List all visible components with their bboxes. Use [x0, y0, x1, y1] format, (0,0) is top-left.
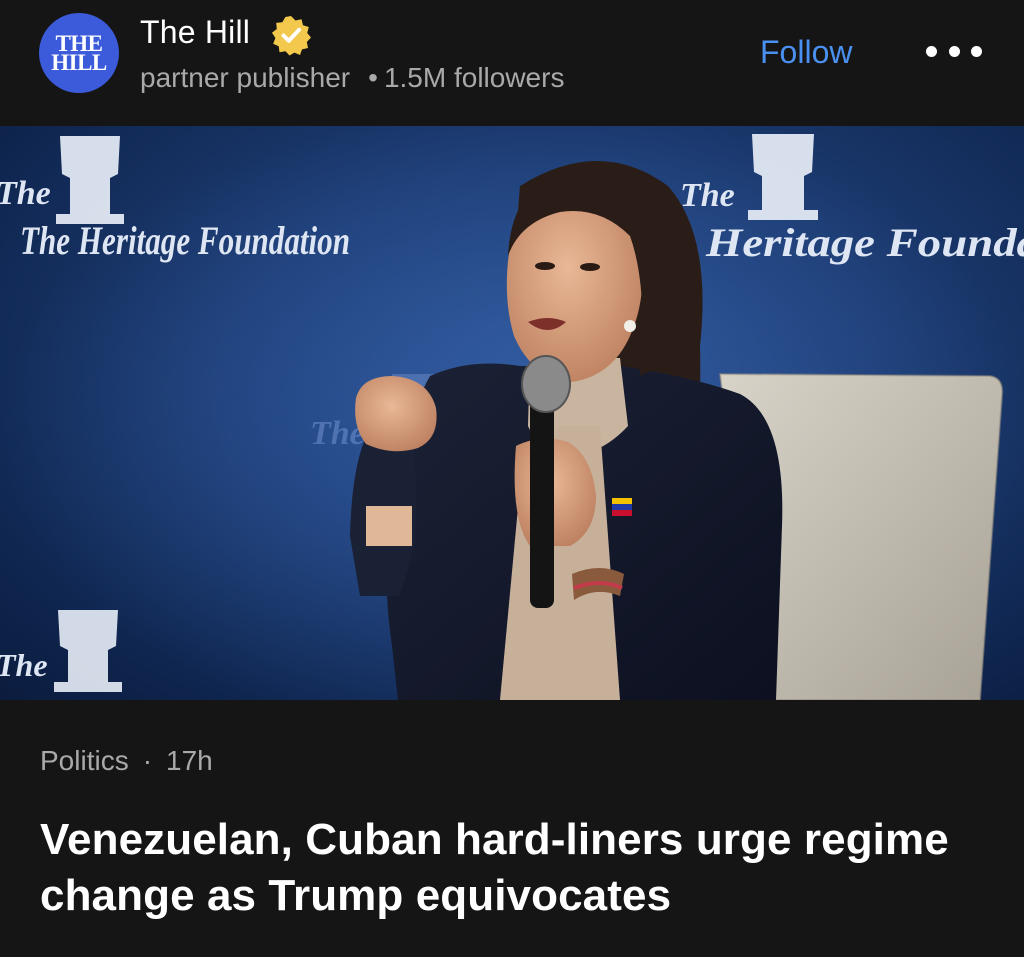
meta-separator: •	[368, 62, 378, 93]
svg-text:The: The	[0, 647, 48, 683]
follow-button[interactable]: Follow	[760, 34, 852, 71]
post-header: THE HILL The Hill partner publisher • 1.5M…	[0, 0, 1024, 126]
more-options-icon[interactable]	[926, 36, 982, 66]
article-meta: Politics · 17h	[40, 745, 213, 777]
svg-text:The: The	[680, 177, 735, 214]
logo-line-2: HILL	[51, 50, 107, 75]
svg-text:Heritage Foundati: Heritage Foundati	[705, 220, 1024, 265]
backdrop-text-left: The Heritage Foundation	[20, 218, 350, 263]
follower-count: 1.5M followers	[383, 62, 565, 93]
meta-dot: ·	[142, 745, 153, 776]
publisher-role: partner publisher	[140, 62, 351, 93]
article-photo-illustration: The The Heritage Foundation The Heritage…	[0, 126, 1024, 700]
article-category[interactable]: Politics	[40, 745, 129, 776]
backdrop-text-left-small: The	[0, 175, 51, 212]
publisher-meta: partner publisher • 1.5M followers	[140, 62, 564, 94]
verified-badge-icon	[272, 16, 311, 56]
microphone	[530, 388, 554, 608]
publisher-name[interactable]: The Hill	[140, 14, 250, 51]
article-image[interactable]: The The Heritage Foundation The Heritage…	[0, 126, 1024, 700]
backdrop-logo-left	[56, 136, 124, 224]
article-headline[interactable]: Venezuelan, Cuban hard-liners urge regim…	[40, 812, 1000, 924]
publisher-avatar[interactable]: THE HILL	[39, 13, 119, 93]
article-age: 17h	[166, 745, 213, 776]
